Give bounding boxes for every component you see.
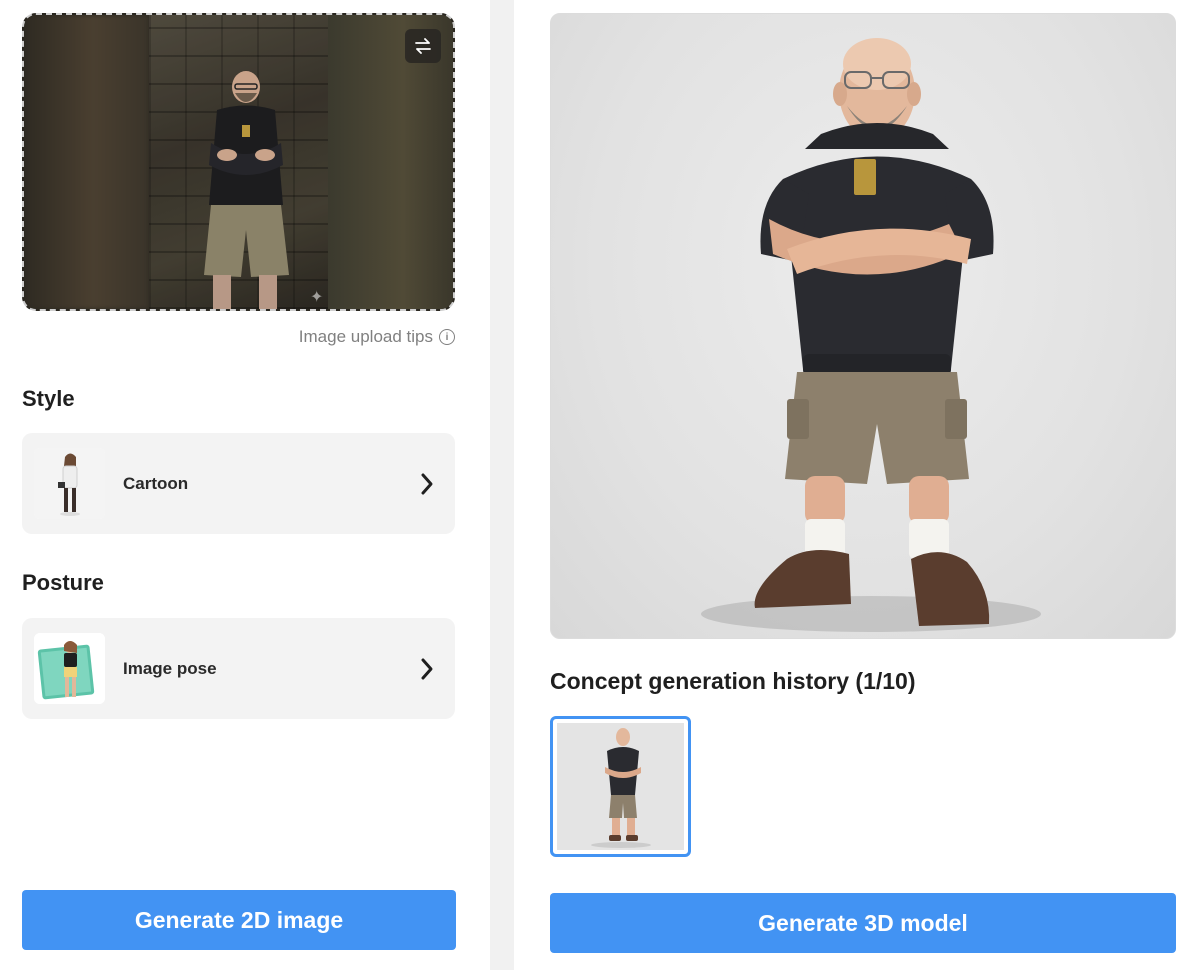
image-upload-area[interactable]: ✦: [22, 13, 455, 311]
history-thumbnail-selected[interactable]: [550, 716, 691, 857]
generated-concept-preview: [550, 13, 1176, 639]
posture-selected-label: Image pose: [123, 658, 217, 678]
generate-2d-image-button[interactable]: Generate 2D image: [22, 890, 456, 950]
history-thumbnail-image: [557, 723, 684, 850]
style-selector[interactable]: Cartoon: [22, 433, 455, 534]
posture-section-title: Posture: [22, 570, 104, 595]
style-section-title: Style: [22, 386, 75, 411]
posture-selector[interactable]: Image pose: [22, 618, 455, 719]
cartoon-character-render: [701, 38, 1041, 632]
style-selected-label: Cartoon: [123, 473, 189, 493]
panel-divider: [490, 0, 514, 970]
cartoon-style-thumbnail: [34, 448, 105, 519]
upload-tips-label: Image upload tips: [298, 327, 433, 346]
photo-center: [149, 15, 332, 309]
generate-3d-model-button[interactable]: Generate 3D model: [550, 893, 1176, 953]
info-icon: i: [439, 329, 455, 345]
image-pose-thumbnail: [34, 633, 105, 704]
swap-arrows-icon[interactable]: [405, 29, 441, 63]
person-photo-figure: [149, 15, 332, 309]
left-panel: ✦ Image upload tips i Style Cartoon Post…: [0, 0, 490, 970]
uploaded-photo: [24, 15, 453, 309]
image-upload-tips-link[interactable]: Image upload tips i: [299, 327, 455, 347]
photo-blur-left: [24, 15, 149, 309]
sparkle-icon: ✦: [310, 289, 324, 306]
concept-history-title: Concept generation history (1/10): [550, 668, 916, 694]
chevron-right-icon: [421, 658, 433, 679]
chevron-right-icon: [421, 473, 433, 494]
